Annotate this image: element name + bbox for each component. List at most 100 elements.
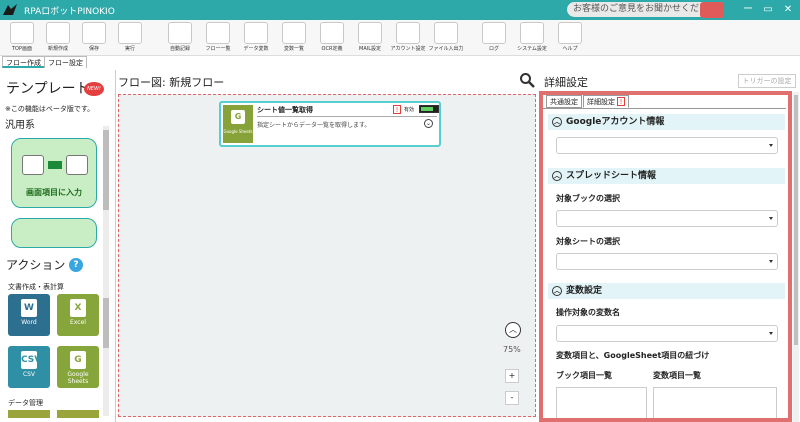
actions-title: アクション [6,258,66,272]
canvas-title: フロー図: 新規フロー [118,76,225,89]
minimize-button[interactable]: ー [738,0,758,20]
node-enable-toggle[interactable] [419,105,439,113]
log-icon [482,22,506,44]
toolbar-button-record[interactable]: 自動記録 [162,22,198,52]
node-title: シート値一覧取得 [257,106,313,114]
beta-note: ※この機能はベータ版です。 [5,105,95,113]
toolbar-button-play[interactable]: 実行 [112,22,148,52]
home-icon [10,22,34,44]
toolbar: TOP画面 新規作成 保存 実行 自動記録 フロー一覧 データ変数 変数一覧 OCR定義 MAIL… [0,20,800,56]
record-icon [168,22,192,44]
action-tile-partial[interactable] [57,410,99,418]
database-icon [244,22,268,44]
toolbar-button-variable-list[interactable]: 変数一覧 [276,22,312,52]
zoom-out-button[interactable]: - [505,391,519,405]
node-service-label: Google Sheets [223,129,253,134]
template-scrollbar-thumb[interactable] [103,130,109,210]
variable-list-icon [282,22,306,44]
app-title: RPAロボットPINOKIO [24,6,115,17]
search-icon[interactable] [519,72,535,88]
general-category: 汎用系 [5,120,35,131]
toolbar-label: ログ [488,46,499,52]
node-divider [257,116,437,117]
excel-icon: X [70,299,86,317]
toolbar-button-log[interactable]: ログ [476,22,512,52]
action-tile-word[interactable]: W Word [8,294,50,336]
template-card-screen-input[interactable]: 画面項目に入力 [11,138,97,208]
toolbar-label: 新規作成 [47,46,68,52]
play-icon [118,22,142,44]
toolbar-button-account[interactable]: アカウント設定 [390,22,426,52]
ocr-icon [320,22,344,44]
csv-icon: CSV [21,351,41,369]
help-icon[interactable]: ? [69,258,83,272]
warning-icon: ! [393,105,401,114]
gear-icon [520,22,544,44]
action-tile-excel[interactable]: X Excel [57,294,99,336]
toolbar-button-file-io[interactable]: ファイル入出力 [428,22,464,52]
node-valid-label: 有効 [404,107,415,113]
category-data-management: データ管理 [8,399,43,407]
action-tile-label: Excel [70,319,86,326]
highlight-frame [539,91,792,422]
template-scrollbar[interactable] [103,126,109,306]
toolbar-label: MAIL設定 [359,46,381,52]
action-tile-csv[interactable]: CSV CSV [8,346,50,388]
toolbar-label: 保存 [88,46,99,52]
toolbar-button-mail[interactable]: MAIL設定 [352,22,388,52]
details-scrollbar-thumb[interactable] [794,95,798,345]
zoom-in-button[interactable]: + [505,369,519,383]
actions-scrollbar-thumb[interactable] [103,298,109,348]
close-button[interactable]: ✕ [778,0,798,20]
details-scrollbar[interactable] [793,92,799,422]
chevron-down-icon[interactable]: ⌄ [424,119,433,128]
toolbar-label: 実行 [124,46,135,52]
action-tile-google-sheets[interactable]: G Google Sheets [57,346,99,388]
file-io-icon [434,22,458,44]
toolbar-label: 変数一覧 [283,46,304,52]
toolbar-label: 自動記録 [169,46,190,52]
action-tile-label: CSV [22,371,36,378]
arrow-right-icon [48,161,62,169]
app-logo-icon [0,0,20,20]
flow-canvas[interactable]: G Google Sheets シート値一覧取得 ! 有効 指定シートからデータ… [118,94,536,417]
left-panel: テンプレート NEW! ※この機能はベータ版です。 汎用系 画面項目に入力 アク… [0,70,116,422]
account-icon [396,22,420,44]
toolbar-label: ヘルプ [562,46,578,52]
tab-flow-settings[interactable]: フロー設定 [44,56,87,68]
toolbar-button-new-file[interactable]: 新規作成 [40,22,76,52]
toolbar-button-gear[interactable]: システム設定 [514,22,550,52]
toolbar-button-help[interactable]: ヘルプ [552,22,588,52]
template-card-label: 画面項目に入力 [26,188,82,197]
tab-flow-create[interactable]: フロー作成 [2,56,45,68]
flow-list-icon [206,22,230,44]
maximize-button[interactable]: ▭ [758,0,778,20]
template-card-2[interactable] [11,218,97,248]
actions-scrollbar[interactable] [103,296,109,416]
toolbar-button-home[interactable]: TOP画面 [4,22,40,52]
flow-node[interactable]: G Google Sheets シート値一覧取得 ! 有効 指定シートからデータ… [219,101,441,147]
save-icon [82,22,106,44]
toolbar-button-save[interactable]: 保存 [76,22,112,52]
zoom-level: 75% [503,345,521,354]
google-sheets-glyph: G [231,110,245,124]
toolbar-button-ocr[interactable]: OCR定義 [314,22,350,52]
title-bar: RPAロボットPINOKIO お客様のご意見をお聞かせください ー ▭ ✕ [0,0,800,20]
action-tile-label: Word [21,319,37,326]
details-title: 詳細設定 [544,76,588,89]
category-documents: 文書作成・表計算 [8,283,64,291]
toolbar-label: フロー一覧 [205,46,231,52]
mouse-icon [22,155,44,175]
toolbar-button-database[interactable]: データ変数 [238,22,274,52]
trigger-settings-button[interactable]: トリガーの設定 [738,74,796,88]
action-tile-partial[interactable] [8,410,50,418]
toolbar-label: TOP画面 [11,46,32,52]
google-sheets-icon: G Google Sheets [223,105,253,143]
toolbar-button-flow-list[interactable]: フロー一覧 [200,22,236,52]
toolbar-label: OCR定義 [321,46,343,52]
new-file-icon [46,22,70,44]
node-description: 指定シートからデータ一覧を取得します。 [257,122,371,129]
help-icon [558,22,582,44]
thumbs-down-icon[interactable] [700,2,724,18]
scroll-up-icon[interactable]: ︿ [505,322,521,338]
